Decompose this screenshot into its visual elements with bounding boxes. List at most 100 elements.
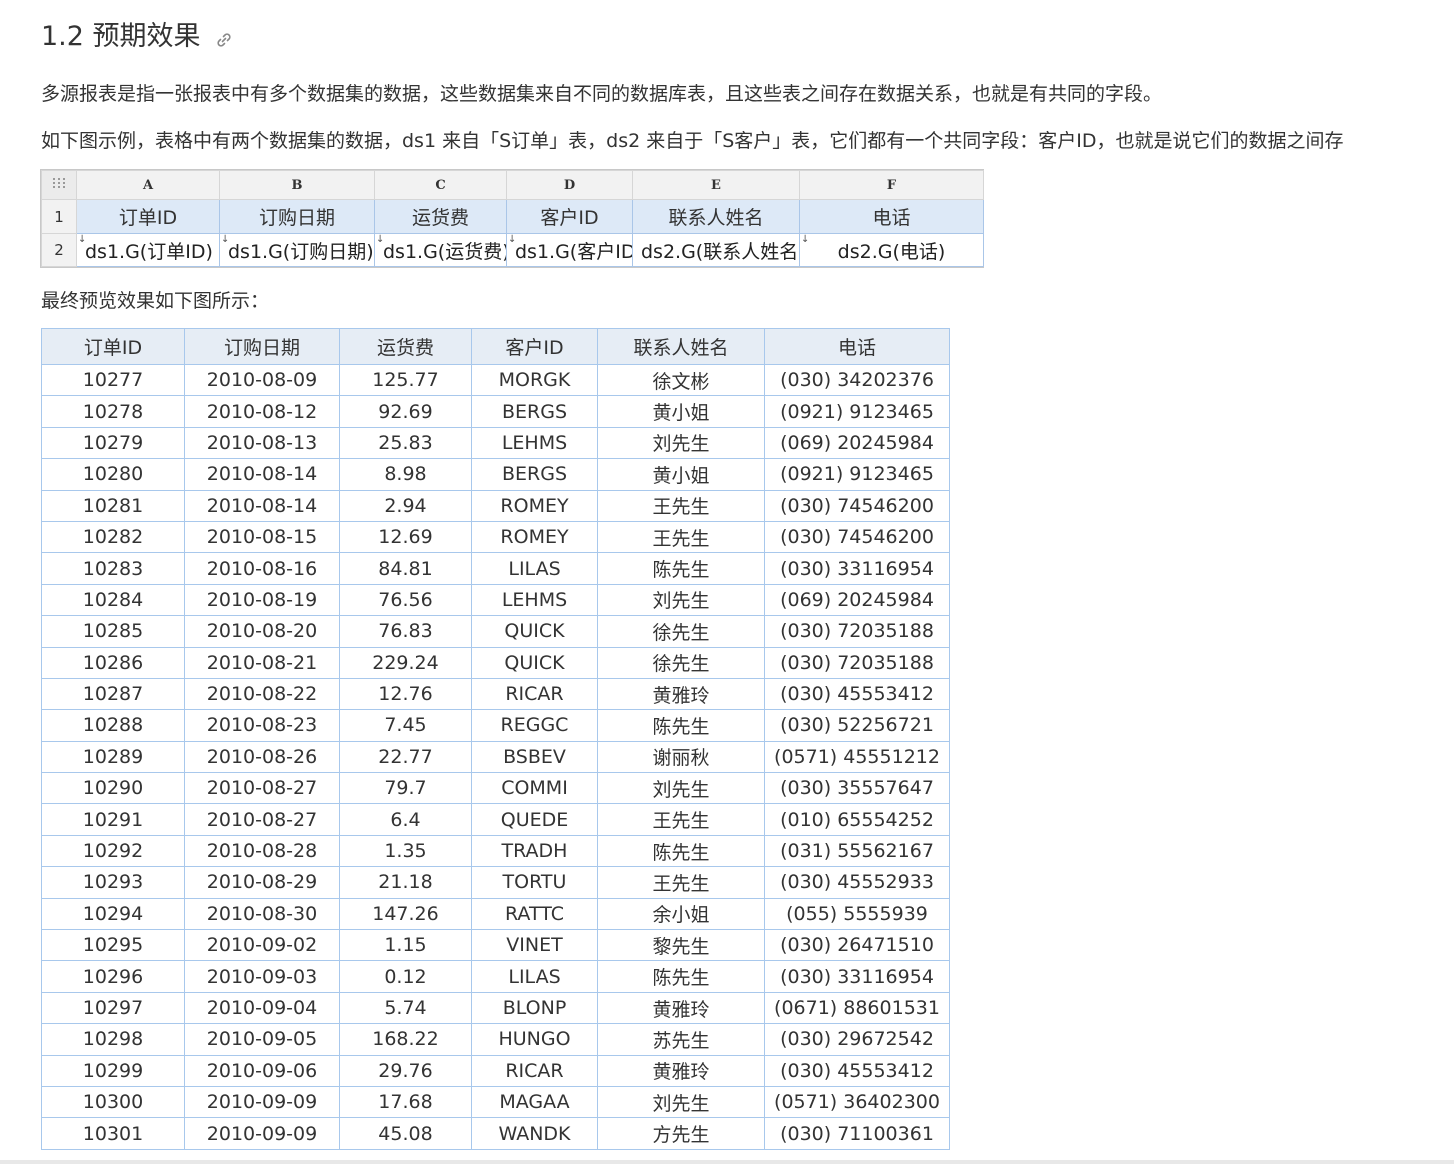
table-cell: ROMEY (471, 520, 598, 554)
designer-cell-formula: ds1.G(订购日期) (228, 240, 374, 263)
table-cell: (030) 45553412 (764, 1054, 950, 1087)
expand-down-icon: ↓ (508, 234, 517, 245)
table-row: 10279 2010-08-13 25.83 LEHMS 刘先生 (069) 202459… (41, 426, 950, 460)
designer-header-cell[interactable]: 电话 (799, 199, 984, 234)
table-row: 10294 2010-08-30 147.26 RATTC 余小姐 (055) 55559… (41, 897, 950, 931)
table-cell: QUEDE (471, 803, 598, 836)
table-cell: 7.45 (339, 709, 472, 742)
table-cell: 12.69 (339, 520, 472, 554)
table-row: 10283 2010-08-16 84.81 LILAS 陈先生 (030) 331169… (41, 552, 950, 585)
table-cell: WANDK (471, 1117, 598, 1150)
table-cell: QUICK (471, 646, 598, 679)
table-cell: 125.77 (339, 363, 472, 397)
table-cell: 10287 (41, 677, 185, 711)
table-cell: 2010-08-23 (184, 709, 340, 742)
table-cell: 2010-08-27 (184, 803, 340, 836)
table-row: 10278 2010-08-12 92.69 BERGS 黄小姐 (0921) 91234… (41, 395, 950, 428)
designer-header-cell[interactable]: 订单ID (76, 199, 220, 234)
table-cell: 2010-08-12 (184, 395, 340, 428)
table-cell: BLONP (471, 991, 598, 1025)
table-cell: 10280 (41, 458, 185, 491)
table-cell: 29.76 (339, 1054, 472, 1087)
table-cell: 2010-08-14 (184, 489, 340, 522)
table-cell: LILAS (471, 960, 598, 993)
table-cell: (030) 33116954 (764, 552, 950, 585)
table-cell: (055) 5555939 (764, 897, 950, 931)
table-row: 10287 2010-08-22 12.76 RICAR 黄雅玲 (030) 455534… (41, 677, 950, 711)
table-cell: (030) 52256721 (764, 709, 950, 742)
table-row: 10280 2010-08-14 8.98 BERGS 黄小姐 (0921) 912346… (41, 458, 950, 491)
designer-header-cell[interactable]: 客户ID (506, 199, 633, 234)
table-body: 10277 2010-08-09 125.77 MORGK 徐文彬 (030) 34202… (41, 363, 950, 1150)
section-heading: 1.2 预期效果 (41, 14, 233, 53)
table-cell: (0571) 45551212 (764, 740, 950, 774)
table-cell: 徐先生 (597, 615, 765, 648)
table-cell: (069) 20245984 (764, 426, 950, 460)
table-cell: 2010-08-22 (184, 677, 340, 711)
table-cell: 徐文彬 (597, 363, 765, 397)
designer-header-cell[interactable]: 联系人姓名 (632, 199, 800, 234)
link-icon[interactable] (215, 25, 233, 47)
table-cell: (010) 65554252 (764, 803, 950, 836)
designer-column-header[interactable]: D (506, 170, 633, 200)
preview-caption: 最终预览效果如下图所示： (41, 290, 270, 312)
table-cell: 79.7 (339, 772, 472, 805)
table-cell: 王先生 (597, 803, 765, 836)
table-cell: 10284 (41, 583, 185, 617)
table-row: 10292 2010-08-28 1.35 TRADH 陈先生 (031) 5556216… (41, 834, 950, 868)
table-cell: 25.83 (339, 426, 472, 460)
table-cell: 陈先生 (597, 960, 765, 993)
designer-data-cell[interactable]: ds2.G(联系人姓名) (632, 233, 800, 267)
table-row: 10290 2010-08-27 79.7 COMMI 刘先生 (030) 3555764… (41, 772, 950, 805)
report-designer-image: A B C D E F 1 订单ID 订购日期 运货费 客户ID 联系人姓名 电… (40, 169, 984, 268)
table-cell: 45.08 (339, 1117, 472, 1150)
designer-cell-formula: ds2.G(电话) (837, 240, 946, 263)
table-cell: BERGS (471, 458, 598, 491)
document-page: 1.2 预期效果 多源报表是指一张报表中有多个数据集的数据，这些数据集来自不同的… (0, 0, 1454, 1164)
expand-down-icon: ↓ (376, 234, 385, 245)
column-header: 联系人姓名 (597, 328, 765, 365)
table-cell: 2010-08-26 (184, 740, 340, 774)
table-cell: 10296 (41, 960, 185, 993)
designer-data-cell[interactable]: ↓ ds1.G(订购日期) (219, 233, 375, 267)
table-cell: 黄雅玲 (597, 677, 765, 711)
grid-handle-icon (41, 170, 77, 200)
designer-data-cell[interactable]: ↓ ds1.G(运货费) (374, 233, 507, 267)
designer-data-cell[interactable]: ↓ ds1.G(订单ID) (76, 233, 220, 267)
designer-data-cell[interactable]: ↓ ds2.G(电话) (799, 233, 984, 267)
table-cell: 229.24 (339, 646, 472, 679)
table-cell: 2010-08-16 (184, 552, 340, 585)
section-title-text: 1.2 预期效果 (41, 21, 201, 52)
table-cell: 10294 (41, 897, 185, 931)
table-cell: 王先生 (597, 866, 765, 899)
designer-data-cell[interactable]: ↓ ds1.G(客户ID (506, 233, 633, 267)
designer-column-header[interactable]: B (219, 170, 375, 200)
table-cell: LEHMS (471, 583, 598, 617)
table-cell: 刘先生 (597, 583, 765, 617)
designer-header-cell[interactable]: 订购日期 (219, 199, 375, 234)
table-cell: (030) 72035188 (764, 615, 950, 648)
table-cell: 刘先生 (597, 772, 765, 805)
table-cell: 10278 (41, 395, 185, 428)
designer-row-number[interactable]: 2 (41, 233, 77, 267)
designer-grid: A B C D E F 1 订单ID 订购日期 运货费 客户ID 联系人姓名 电… (41, 170, 984, 267)
table-cell: 10298 (41, 1023, 185, 1056)
designer-row: 2 ↓ ds1.G(订单ID) ↓ ds1.G(订购日期) ↓ ds1.G(运货… (41, 233, 984, 267)
designer-column-header[interactable]: E (632, 170, 800, 200)
table-cell: (030) 45553412 (764, 677, 950, 711)
table-cell: 王先生 (597, 489, 765, 522)
designer-column-header[interactable]: A (76, 170, 220, 200)
table-cell: HUNGO (471, 1023, 598, 1056)
designer-cell-formula: ds1.G(客户ID (515, 240, 633, 263)
designer-column-header[interactable]: C (374, 170, 507, 200)
designer-column-header[interactable]: F (799, 170, 984, 200)
designer-row-number[interactable]: 1 (41, 199, 77, 234)
table-cell: (0671) 88601531 (764, 991, 950, 1025)
table-cell: 2010-08-19 (184, 583, 340, 617)
designer-header-cell[interactable]: 运货费 (374, 199, 507, 234)
table-header-row: 订单ID 订购日期 运货费 客户ID 联系人姓名 电话 (41, 328, 950, 365)
table-cell: (030) 26471510 (764, 929, 950, 962)
table-cell: 黄小姐 (597, 458, 765, 491)
table-cell: RICAR (471, 1054, 598, 1087)
table-row: 10282 2010-08-15 12.69 ROMEY 王先生 (030) 745462… (41, 520, 950, 554)
